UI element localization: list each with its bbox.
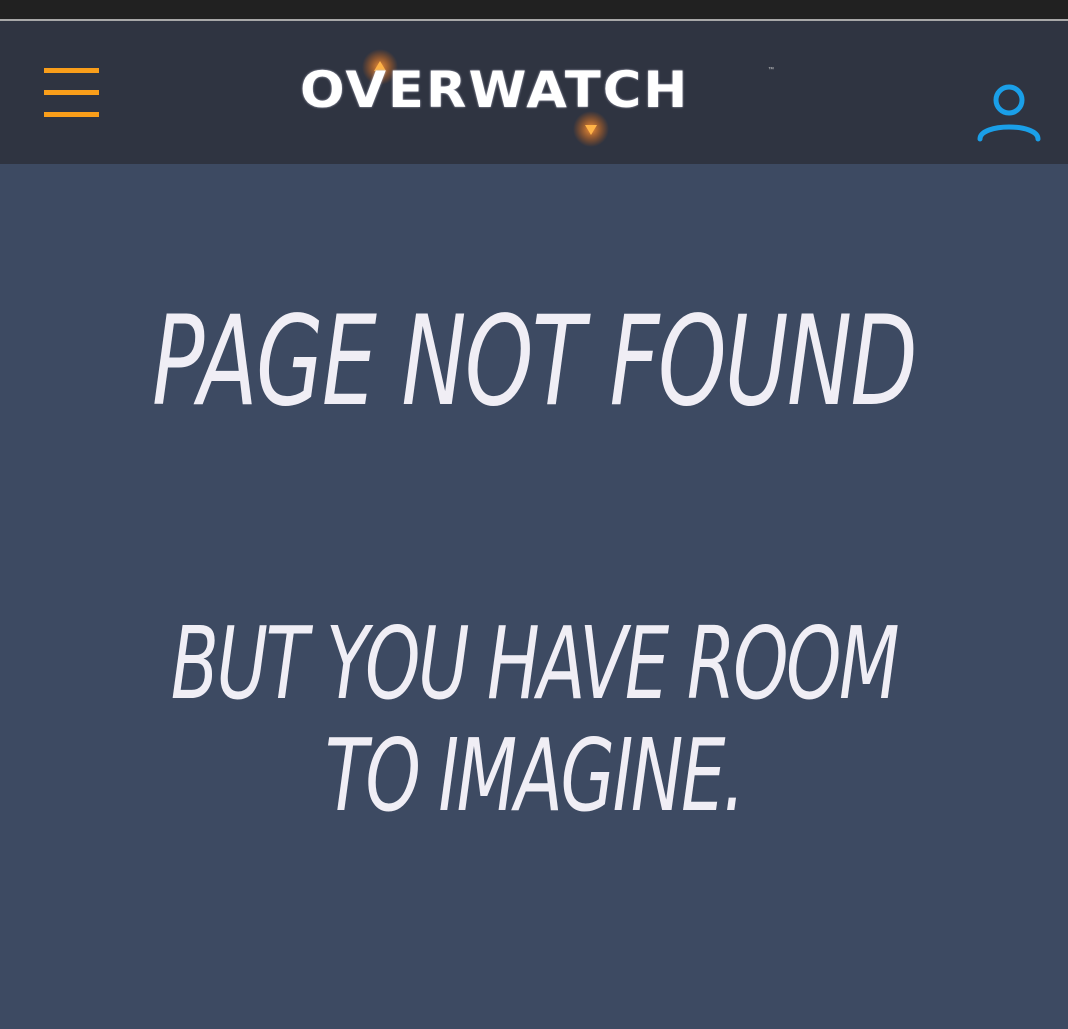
- user-account-icon: [977, 84, 1041, 142]
- menu-button[interactable]: [44, 66, 100, 118]
- overwatch-logo[interactable]: OVERWATCH ™: [290, 39, 790, 149]
- page-title: PAGE NOT FOUND: [151, 290, 918, 434]
- system-status-bar: [0, 0, 1068, 19]
- logo-trademark: ™: [768, 67, 774, 73]
- logo-wordmark: OVERWATCH: [300, 61, 690, 119]
- error-message: BUT YOU HAVE ROOM TO IMAGINE.: [170, 605, 900, 834]
- site-header: OVERWATCH ™: [0, 21, 1068, 164]
- account-button[interactable]: [975, 83, 1043, 145]
